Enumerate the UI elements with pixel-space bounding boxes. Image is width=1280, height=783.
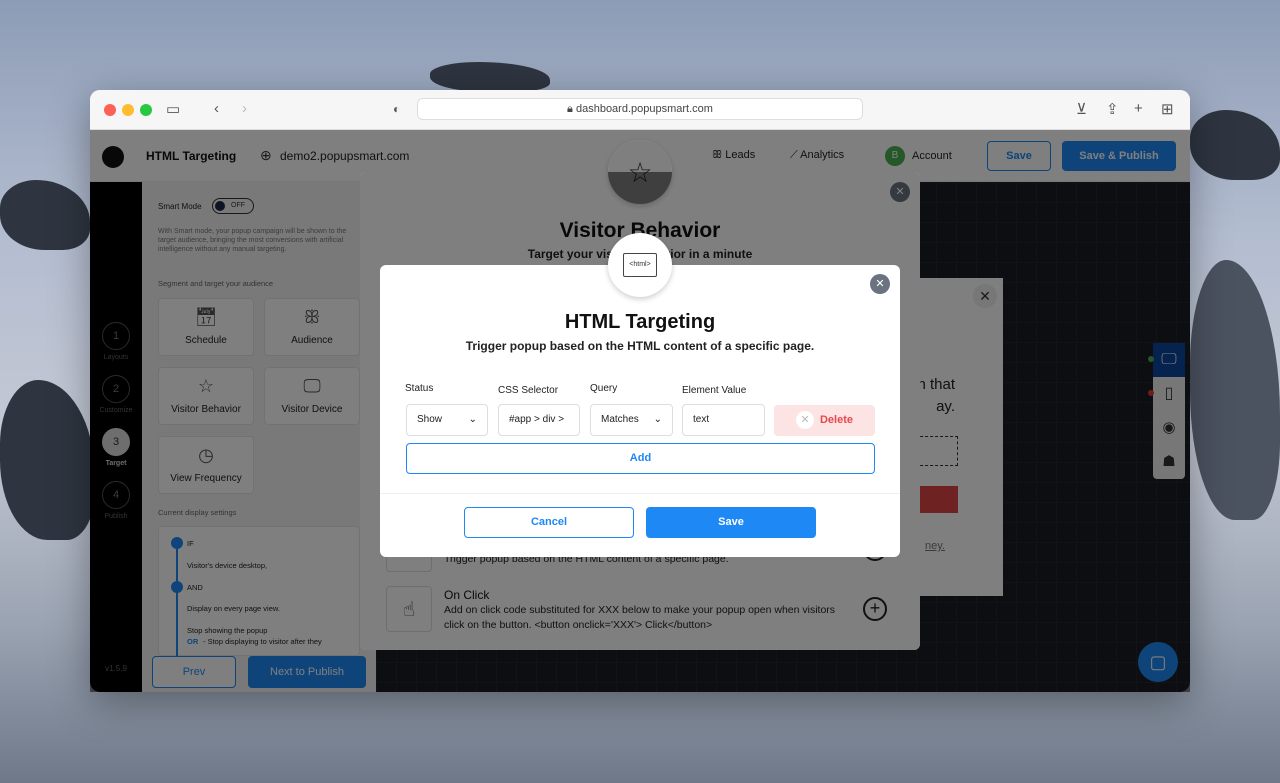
css-selector-input[interactable]: #app > div > (498, 404, 580, 436)
close-icon: ✕ (795, 411, 814, 429)
close-window-button[interactable] (104, 104, 116, 116)
chevron-down-icon: ⌄ (653, 414, 662, 425)
icon-overlay (608, 140, 672, 204)
sidebar-icon[interactable]: ▭ (166, 100, 180, 118)
zoom-window-button[interactable] (140, 104, 152, 116)
status-label: Status (405, 383, 434, 394)
url-text: dashboard.popupsmart.com (575, 103, 713, 115)
new-tab-icon[interactable]: + (1134, 100, 1143, 117)
html-targeting-modal: ✕ HTML Targeting Trigger popup based on … (380, 265, 900, 557)
query-value: Matches (601, 414, 639, 425)
forward-icon[interactable]: › (242, 100, 247, 117)
element-value-input[interactable]: text (682, 404, 765, 436)
shield-icon: ◐ (393, 102, 401, 116)
divider (380, 493, 900, 494)
close-icon[interactable]: ✕ (870, 274, 890, 294)
minimize-window-button[interactable] (122, 104, 134, 116)
status-select[interactable]: Show ⌄ (406, 404, 488, 436)
delete-button[interactable]: ✕ Delete (774, 405, 875, 436)
browser-toolbar: ▭ ‹ › ◐ 🔒︎ dashboard.popupsmart.com ⊻ ⇪ … (90, 90, 1190, 130)
tab-overview-icon[interactable]: ⊞ (1161, 100, 1174, 118)
download-icon[interactable]: ⊻ (1076, 100, 1087, 118)
delete-label: Delete (819, 414, 854, 426)
modal-title: HTML Targeting (564, 311, 716, 333)
chevron-down-icon: ⌄ (468, 414, 477, 425)
cancel-button[interactable]: Cancel (464, 507, 634, 538)
css-selector-label: CSS Selector (498, 385, 559, 396)
html-monitor-icon: <html> (608, 233, 672, 297)
html-icon-text: <html> (623, 253, 657, 277)
address-bar[interactable]: 🔒︎ dashboard.popupsmart.com (417, 98, 863, 120)
lock-icon: 🔒︎ (567, 103, 576, 115)
element-value-label: Element Value (682, 385, 747, 396)
query-select[interactable]: Matches ⌄ (590, 404, 673, 436)
status-value: Show (417, 414, 443, 425)
add-button[interactable]: Add (406, 443, 875, 474)
modal-subtitle: Trigger popup based on the HTML content … (465, 339, 815, 353)
query-label: Query (590, 383, 618, 394)
back-icon[interactable]: ‹ (214, 100, 219, 117)
save-button[interactable]: Save (646, 507, 816, 538)
share-icon[interactable]: ⇪ (1106, 100, 1119, 118)
